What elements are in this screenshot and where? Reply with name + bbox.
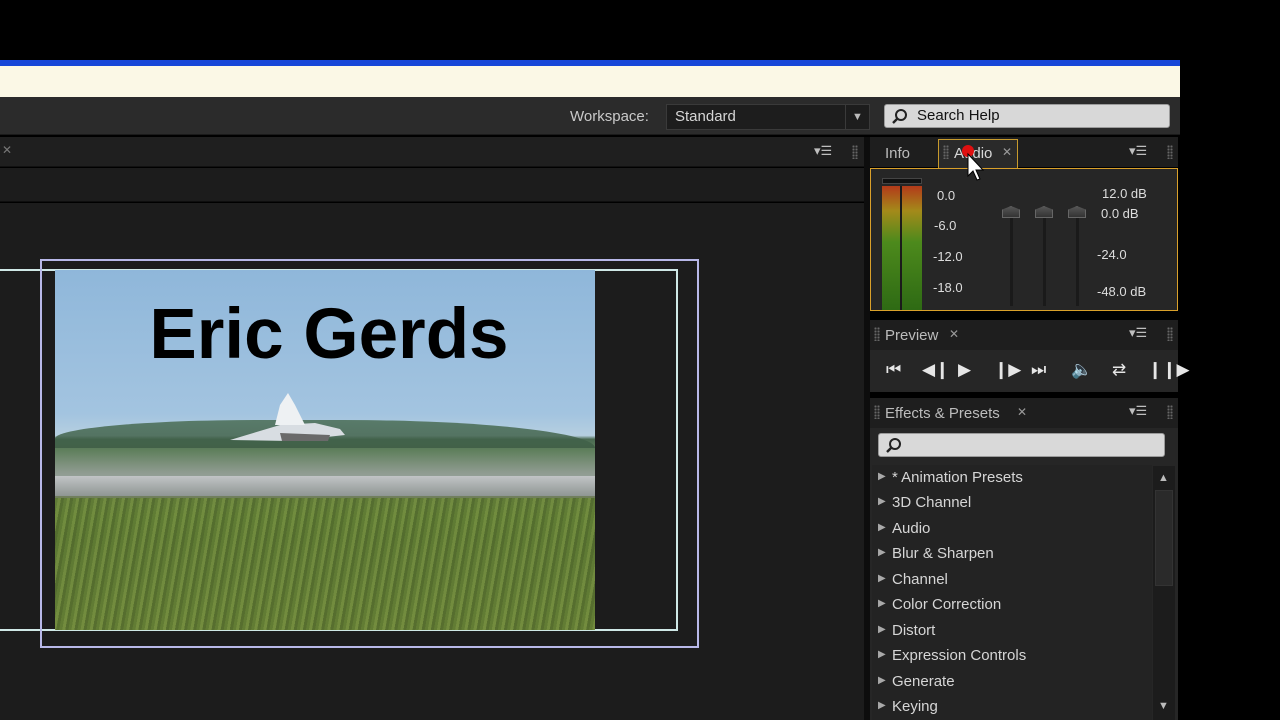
close-icon[interactable]: ✕	[949, 327, 959, 341]
search-help-label: Search Help	[917, 107, 1000, 124]
scale-right-1: 0.0 dB	[1101, 206, 1139, 221]
previous-frame-icon[interactable]: ◀❙	[922, 360, 949, 380]
effects-scrollbar[interactable]: ▲ ▼	[1153, 466, 1175, 720]
last-frame-icon[interactable]: ⏭	[1031, 360, 1046, 380]
panel-grip-icon[interactable]	[874, 327, 880, 341]
tab-preview[interactable]: Preview	[885, 327, 938, 344]
panel-grip-icon[interactable]	[852, 145, 858, 159]
list-item[interactable]: ▶ Distort	[878, 620, 1152, 645]
workspace-select[interactable]: Standard ▼	[666, 104, 870, 130]
scroll-thumb[interactable]	[1155, 490, 1173, 586]
tab-effects-presets[interactable]: Effects & Presets	[885, 405, 1000, 422]
ram-preview-icon[interactable]: ❙❙▶	[1148, 360, 1190, 380]
list-item[interactable]: ▶ Keying	[878, 696, 1152, 720]
expand-arrow-icon[interactable]: ▶	[878, 675, 886, 686]
vu-meter	[882, 186, 922, 310]
expand-arrow-icon[interactable]: ▶	[878, 471, 886, 482]
panel-menu-icon[interactable]: ▾☰	[1129, 325, 1147, 341]
effects-search-input[interactable]	[878, 433, 1165, 457]
app-window: Workspace: Standard ▼ Search Help ✕ ▾☰ E…	[0, 0, 1280, 720]
list-item[interactable]: ▶ Generate	[878, 671, 1152, 696]
panel-menu-icon[interactable]: ▾☰	[1129, 143, 1147, 159]
close-icon[interactable]: ✕	[2, 143, 12, 157]
scale-left-1: -6.0	[934, 218, 957, 233]
loop-icon[interactable]: ⇄	[1112, 360, 1126, 380]
grass	[55, 498, 595, 630]
vu-clip-indicator	[882, 178, 922, 184]
composition-tab-bar	[0, 137, 864, 167]
list-item[interactable]: ▶ Expression Controls	[878, 645, 1152, 670]
first-frame-icon[interactable]: ⏮	[886, 360, 901, 380]
play-icon[interactable]: ▶	[958, 360, 971, 380]
scale-left-0: 0.0	[937, 188, 956, 203]
video-title-text: Eric Gerds	[149, 295, 509, 374]
expand-arrow-icon[interactable]: ▶	[878, 496, 886, 507]
expand-arrow-icon[interactable]: ▶	[878, 547, 886, 558]
list-item[interactable]: ▶ Blur & Sharpen	[878, 543, 1152, 568]
expand-arrow-icon[interactable]: ▶	[878, 573, 886, 584]
close-icon[interactable]: ✕	[1017, 405, 1027, 419]
preview-panel	[870, 350, 1178, 392]
scale-left-2: -12.0	[933, 249, 963, 264]
panel-menu-icon[interactable]: ▾☰	[814, 143, 832, 159]
scroll-down-icon[interactable]: ▼	[1158, 700, 1169, 712]
panel-grip-icon[interactable]	[943, 145, 949, 159]
runway	[55, 476, 595, 496]
audio-slider-track-left	[1010, 206, 1013, 306]
search-icon	[892, 109, 907, 124]
workspace-value: Standard	[675, 108, 736, 125]
scroll-up-icon[interactable]: ▲	[1158, 472, 1169, 484]
audio-slider-track-right	[1076, 206, 1079, 306]
expand-arrow-icon[interactable]: ▶	[878, 598, 886, 609]
scale-right-0: 12.0 dB	[1102, 186, 1147, 201]
audio-slider-track-both	[1043, 206, 1046, 306]
tab-info[interactable]: Info	[885, 145, 910, 162]
close-icon[interactable]: ✕	[1002, 145, 1012, 159]
effects-list: ▶ * Animation Presets ▶ 3D Channel ▶ Audio …	[872, 465, 1152, 720]
list-item[interactable]: ▶ Channel	[878, 569, 1152, 594]
scale-right-3: -48.0 dB	[1097, 284, 1147, 299]
search-icon	[886, 438, 901, 453]
expand-arrow-icon[interactable]: ▶	[878, 624, 886, 635]
panel-grip-icon[interactable]	[1167, 327, 1173, 341]
panel-grip-icon[interactable]	[874, 405, 880, 419]
expand-arrow-icon[interactable]: ▶	[878, 649, 886, 660]
audio-icon[interactable]: 🔈	[1071, 360, 1092, 380]
chevron-down-icon[interactable]: ▼	[845, 105, 869, 129]
space-shuttle-image	[230, 393, 345, 441]
right-black-area	[1180, 60, 1280, 720]
list-item[interactable]: ▶ * Animation Presets	[878, 467, 1152, 492]
panel-menu-icon[interactable]: ▾☰	[1129, 403, 1147, 419]
video-frame[interactable]: Eric Gerds	[55, 270, 595, 630]
workspace-label: Workspace:	[570, 108, 649, 125]
list-item[interactable]: ▶ Color Correction	[878, 594, 1152, 619]
composition-toolbar	[0, 168, 864, 202]
panel-grip-icon[interactable]	[1167, 145, 1173, 159]
expand-arrow-icon[interactable]: ▶	[878, 700, 886, 711]
search-help-input[interactable]: Search Help	[884, 104, 1170, 128]
scale-right-2: -24.0	[1097, 247, 1127, 262]
mouse-cursor-icon	[962, 145, 985, 181]
title-bar	[0, 60, 1180, 97]
top-black-area	[0, 0, 1280, 60]
panel-grip-icon[interactable]	[1167, 405, 1173, 419]
list-item[interactable]: ▶ 3D Channel	[878, 492, 1152, 517]
list-item[interactable]: ▶ Audio	[878, 518, 1152, 543]
vu-meter-divider	[900, 186, 902, 310]
expand-arrow-icon[interactable]: ▶	[878, 522, 886, 533]
next-frame-icon[interactable]: ❙▶	[994, 360, 1021, 380]
scale-left-3: -18.0	[933, 280, 963, 295]
